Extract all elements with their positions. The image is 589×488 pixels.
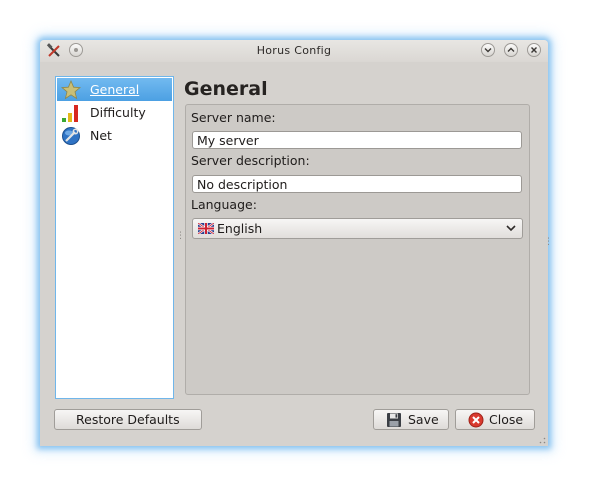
sidebar-item-general[interactable]: General xyxy=(57,78,172,101)
horus-config-window: Horus Config General Difficulty Net ⋮ ⋮ … xyxy=(40,40,553,446)
resize-grip-icon[interactable] xyxy=(538,436,546,444)
category-list: General Difficulty Net xyxy=(55,76,174,399)
close-label: Close xyxy=(489,412,524,427)
sidebar-item-net[interactable]: Net xyxy=(57,124,172,147)
star-icon xyxy=(61,80,81,100)
save-label: Save xyxy=(408,412,439,427)
restore-defaults-button[interactable]: Restore Defaults xyxy=(54,409,202,430)
close-circle-icon xyxy=(468,412,484,428)
close-icon xyxy=(531,47,537,53)
close-button[interactable]: Close xyxy=(455,409,535,430)
server-name-input[interactable] xyxy=(192,131,522,149)
uk-flag-icon xyxy=(198,223,214,234)
splitter-handle[interactable]: ⋮ xyxy=(176,232,185,241)
chevron-down-icon xyxy=(484,48,492,53)
title-bar[interactable]: Horus Config xyxy=(40,40,548,62)
restore-defaults-label: Restore Defaults xyxy=(76,412,180,427)
server-description-label: Server description: xyxy=(191,153,310,168)
wrench-globe-icon xyxy=(62,127,80,145)
close-window-button[interactable] xyxy=(527,43,541,57)
language-selected-value: English xyxy=(217,221,263,236)
minimize-button[interactable] xyxy=(481,43,495,57)
sidebar-item-difficulty[interactable]: Difficulty xyxy=(57,101,172,124)
sidebar-item-label: General xyxy=(90,82,140,97)
save-icon xyxy=(387,413,401,427)
language-label: Language: xyxy=(191,197,257,212)
save-button[interactable]: Save xyxy=(373,409,449,430)
page-title: General xyxy=(184,78,268,100)
resize-handle-right[interactable]: ⋮ xyxy=(544,238,553,247)
window-title: Horus Config xyxy=(256,44,332,57)
server-name-label: Server name: xyxy=(191,110,276,125)
language-select[interactable]: English xyxy=(192,218,523,239)
bars-icon xyxy=(62,105,78,122)
chevron-down-icon xyxy=(506,225,516,232)
sidebar-item-label: Net xyxy=(90,128,112,143)
server-description-input[interactable] xyxy=(192,175,522,193)
sidebar-item-label: Difficulty xyxy=(90,105,146,120)
maximize-button[interactable] xyxy=(504,43,518,57)
chevron-up-icon xyxy=(507,47,515,52)
